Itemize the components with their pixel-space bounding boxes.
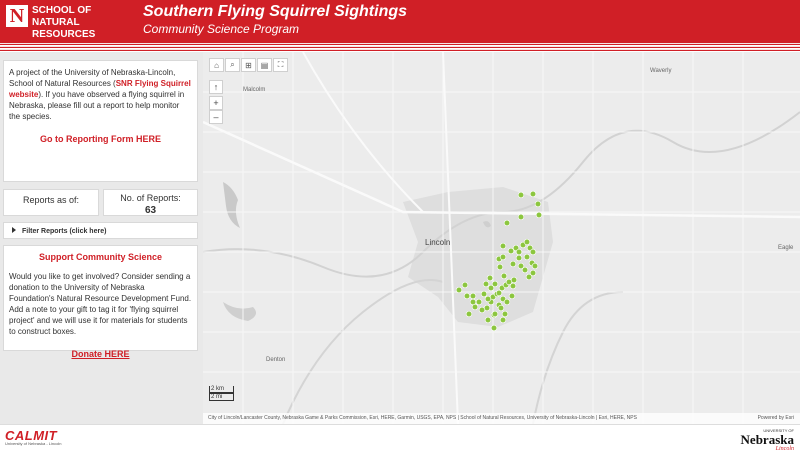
sighting-point[interactable]	[535, 211, 543, 219]
sighting-point[interactable]	[523, 238, 531, 246]
support-card: Support Community Science Would you like…	[3, 245, 198, 359]
intro-card: A project of the University of Nebraska-…	[3, 60, 198, 182]
sighting-point[interactable]	[486, 274, 494, 282]
donate-link[interactable]: Donate HERE	[9, 349, 192, 360]
unl-logo-main: Nebraska	[740, 432, 794, 447]
scale-km: 2 km	[209, 386, 234, 393]
support-title: Support Community Science	[38, 252, 163, 262]
sighting-point[interactable]	[482, 280, 490, 288]
sighting-point[interactable]	[534, 200, 542, 208]
unl-n-logo[interactable]: N	[6, 5, 28, 27]
sighting-point[interactable]	[499, 242, 507, 250]
sightings-layer[interactable]	[203, 52, 800, 424]
sighting-point[interactable]	[455, 286, 463, 294]
scale-mi: 2 mi	[209, 393, 234, 401]
sighting-point[interactable]	[521, 266, 529, 274]
search-icon[interactable]: ⌕	[225, 58, 240, 72]
scale-bar: 2 km 2 mi	[209, 386, 234, 401]
expand-arrow-icon	[12, 227, 16, 233]
unl-logo[interactable]: UNIVERSITY OF Nebraska Lincoln	[741, 428, 794, 452]
map-toolbar: ⌂ ⌕ ⊞ ▤ ⛶	[209, 58, 289, 72]
sighting-point[interactable]	[499, 253, 507, 261]
sighting-point[interactable]	[499, 316, 507, 324]
sighting-point[interactable]	[507, 247, 515, 255]
sighting-point[interactable]	[529, 190, 537, 198]
sighting-point[interactable]	[490, 324, 498, 332]
compass-button[interactable]: ↑	[209, 80, 223, 94]
unit-name[interactable]: SCHOOL OF NATURAL RESOURCES	[32, 5, 142, 41]
sighting-point[interactable]	[517, 213, 525, 221]
unit-name-line1: SCHOOL OF	[32, 5, 92, 16]
side-panel: A project of the University of Nebraska-…	[0, 52, 203, 424]
sighting-point[interactable]	[469, 298, 477, 306]
place-label-malcolm: Malcolm	[243, 87, 266, 93]
sighting-point[interactable]	[496, 263, 504, 271]
sighting-point[interactable]	[475, 298, 483, 306]
header-divider	[0, 43, 800, 52]
sighting-point[interactable]	[503, 298, 511, 306]
reporting-form-link[interactable]: Go to Reporting Form HERE	[9, 134, 192, 145]
sighting-point[interactable]	[517, 191, 525, 199]
filter-reports-label: Filter Reports (click here)	[22, 228, 107, 235]
sighting-point[interactable]	[491, 310, 499, 318]
sighting-point[interactable]	[497, 304, 505, 312]
calmit-subtitle: University of Nebraska - Lincoln	[5, 441, 62, 446]
place-label-denton: Denton	[266, 357, 286, 363]
reports-as-of-label: Reports as of:	[22, 195, 80, 205]
support-body: Would you like to get involved? Consider…	[9, 272, 192, 336]
sighting-point[interactable]	[501, 310, 509, 318]
report-count-label: No. of Reports:	[120, 193, 181, 203]
filter-reports-toggle[interactable]: Filter Reports (click here)	[3, 222, 198, 239]
sighting-point[interactable]	[480, 290, 488, 298]
sighting-point[interactable]	[469, 292, 477, 300]
select-icon[interactable]: ⊞	[241, 58, 256, 72]
map-attribution[interactable]: City of Lincoln/Lancaster County, Nebras…	[203, 413, 800, 424]
sighting-point[interactable]	[510, 276, 518, 284]
app-title: Southern Flying Squirrel Sightings	[143, 3, 408, 20]
sighting-point[interactable]	[523, 253, 531, 261]
sighting-point[interactable]	[495, 289, 503, 297]
sighting-point[interactable]	[487, 284, 495, 292]
map-view[interactable]: ⌂ ⌕ ⊞ ▤ ⛶ ↑ + – Malcolm Waverly Lincoln …	[203, 52, 800, 424]
sighting-point[interactable]	[500, 272, 508, 280]
sighting-point[interactable]	[531, 262, 539, 270]
sighting-point[interactable]	[484, 316, 492, 324]
sighting-point[interactable]	[509, 282, 517, 290]
home-icon[interactable]: ⌂	[209, 58, 224, 72]
sighting-point[interactable]	[465, 310, 473, 318]
sighting-point[interactable]	[515, 248, 523, 256]
layers-icon[interactable]: ▤	[257, 58, 272, 72]
sighting-point[interactable]	[503, 219, 511, 227]
place-label-waverly: Waverly	[650, 68, 672, 74]
zoom-out-button[interactable]: –	[209, 110, 223, 124]
app-header: N SCHOOL OF NATURAL RESOURCES Southern F…	[0, 0, 800, 43]
app-subtitle: Community Science Program	[143, 22, 300, 36]
report-count-card: No. of Reports: 63	[103, 189, 198, 216]
unit-name-line2: NATURAL RESOURCES	[32, 17, 96, 40]
place-label-lincoln: Lincoln	[425, 238, 451, 247]
powered-by-esri[interactable]: Powered by Esri	[758, 413, 794, 424]
sighting-point[interactable]	[484, 295, 492, 303]
fullscreen-icon[interactable]: ⛶	[273, 58, 288, 72]
sighting-point[interactable]	[525, 273, 533, 281]
sighting-point[interactable]	[515, 254, 523, 262]
place-label-eagle: Eagle	[778, 245, 794, 251]
sighting-point[interactable]	[461, 281, 469, 289]
reports-as-of-card: Reports as of:	[3, 189, 99, 216]
report-count-value: 63	[144, 205, 157, 216]
sighting-point[interactable]	[529, 248, 537, 256]
zoom-in-button[interactable]: +	[209, 96, 223, 110]
footer: CALMIT University of Nebraska - Lincoln …	[0, 424, 800, 452]
sighting-point[interactable]	[478, 306, 486, 314]
sighting-point[interactable]	[508, 292, 516, 300]
sighting-point[interactable]	[463, 292, 471, 300]
sighting-point[interactable]	[509, 260, 517, 268]
